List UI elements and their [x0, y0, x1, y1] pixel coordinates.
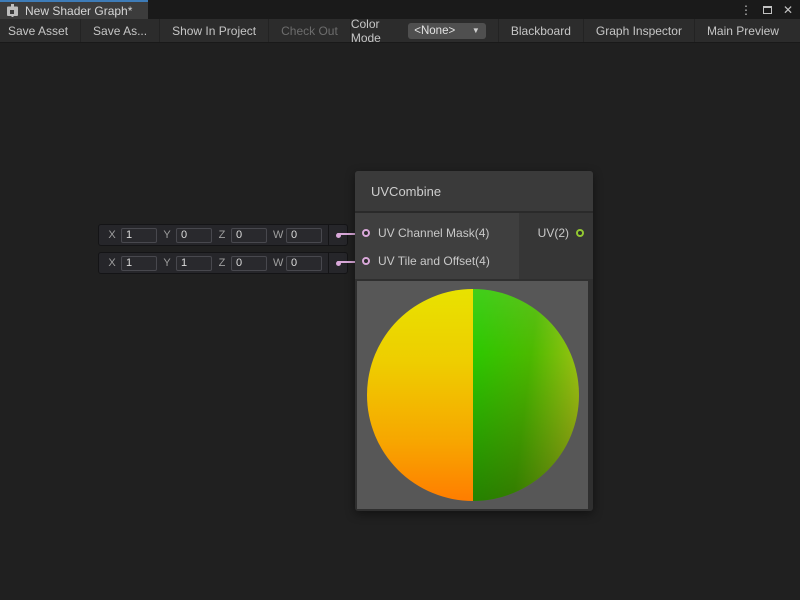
input-port-row-uv-channel-mask: UV Channel Mask(4): [355, 219, 519, 247]
sphere-left-gradient: [367, 289, 473, 501]
graph-canvas[interactable]: X 1 Y 0 Z 0 W 0 X 1: [0, 43, 800, 599]
vector-x-field[interactable]: 1: [121, 228, 157, 243]
maximize-icon: [763, 6, 772, 14]
node-body: UV Channel Mask(4) UV Tile and Offset(4)…: [355, 213, 593, 279]
shader-graph-asset-icon: [6, 4, 19, 17]
save-as-button[interactable]: Save As...: [81, 19, 160, 42]
node-title: UVCombine: [371, 184, 441, 199]
color-mode-dropdown[interactable]: <None> ▼: [408, 23, 486, 39]
shader-graph-window: New Shader Graph* ⋮ ✕ Save Asset Save As…: [0, 0, 800, 600]
output-port-label: UV(2): [538, 226, 569, 240]
check-out-button: Check Out: [269, 19, 351, 42]
vector4-output-port[interactable]: [328, 253, 347, 273]
color-mode-label: Color Mode: [351, 17, 399, 45]
tab-title: New Shader Graph*: [25, 4, 132, 18]
preview-sphere: [367, 289, 579, 501]
close-icon: ✕: [783, 4, 793, 16]
maximize-button[interactable]: [761, 3, 773, 17]
vector-w-field[interactable]: 0: [286, 256, 322, 271]
window-menu-button[interactable]: ⋮: [740, 3, 752, 17]
vector-y-field[interactable]: 1: [176, 256, 212, 271]
vector-y-label: Y: [163, 257, 171, 269]
tab-bar: New Shader Graph* ⋮ ✕: [0, 0, 800, 19]
vector-y-label: Y: [163, 229, 171, 241]
vector-w-label: W: [273, 229, 281, 241]
node-output-section: UV(2): [519, 213, 593, 279]
vector-y-field[interactable]: 0: [176, 228, 212, 243]
vector-z-field[interactable]: 0: [231, 256, 267, 271]
node-header[interactable]: UVCombine: [355, 171, 593, 213]
graph-inspector-toggle-button[interactable]: Graph Inspector: [583, 19, 694, 42]
vector-x-label: X: [108, 257, 116, 269]
shader-graph-toolbar: Save Asset Save As... Show In Project Ch…: [0, 19, 800, 43]
node-input-section: UV Channel Mask(4) UV Tile and Offset(4): [355, 213, 519, 279]
input-port-row-uv-tile-offset: UV Tile and Offset(4): [355, 247, 519, 275]
vector4-input-row-2: X 1 Y 1 Z 0 W 0: [98, 252, 348, 274]
save-asset-button[interactable]: Save Asset: [0, 19, 81, 42]
show-in-project-button[interactable]: Show In Project: [160, 19, 269, 42]
input-port-label: UV Tile and Offset(4): [378, 254, 490, 268]
vector-z-label: Z: [218, 257, 226, 269]
uvcombine-node[interactable]: UVCombine UV Channel Mask(4) UV Tile and…: [355, 171, 593, 511]
main-preview-toggle-button[interactable]: Main Preview: [694, 19, 791, 42]
shader-graph-tab[interactable]: New Shader Graph*: [0, 0, 148, 19]
vector4-input-row-1: X 1 Y 0 Z 0 W 0: [98, 224, 348, 246]
vector4-output-port[interactable]: [328, 225, 347, 245]
color-mode-value: <None>: [414, 25, 455, 37]
vector2-port-icon[interactable]: [576, 229, 584, 237]
input-port-label: UV Channel Mask(4): [378, 226, 489, 240]
blackboard-toggle-button[interactable]: Blackboard: [498, 19, 583, 42]
sphere-right-gradient: [473, 289, 579, 501]
node-preview: [357, 281, 588, 509]
vector-w-field[interactable]: 0: [286, 228, 322, 243]
window-controls: ⋮ ✕: [740, 0, 794, 19]
vector-z-label: Z: [218, 229, 226, 241]
close-button[interactable]: ✕: [782, 3, 794, 17]
vector4-port-icon[interactable]: [362, 257, 370, 265]
color-mode-group: Color Mode <None> ▼: [351, 19, 498, 42]
chevron-down-icon: ▼: [472, 26, 480, 35]
vector-x-label: X: [108, 229, 116, 241]
vector-x-field[interactable]: 1: [121, 256, 157, 271]
kebab-icon: ⋮: [740, 4, 752, 16]
vector-w-label: W: [273, 257, 281, 269]
vector-z-field[interactable]: 0: [231, 228, 267, 243]
vector4-port-icon[interactable]: [362, 229, 370, 237]
output-port-row-uv: UV(2): [519, 219, 593, 247]
